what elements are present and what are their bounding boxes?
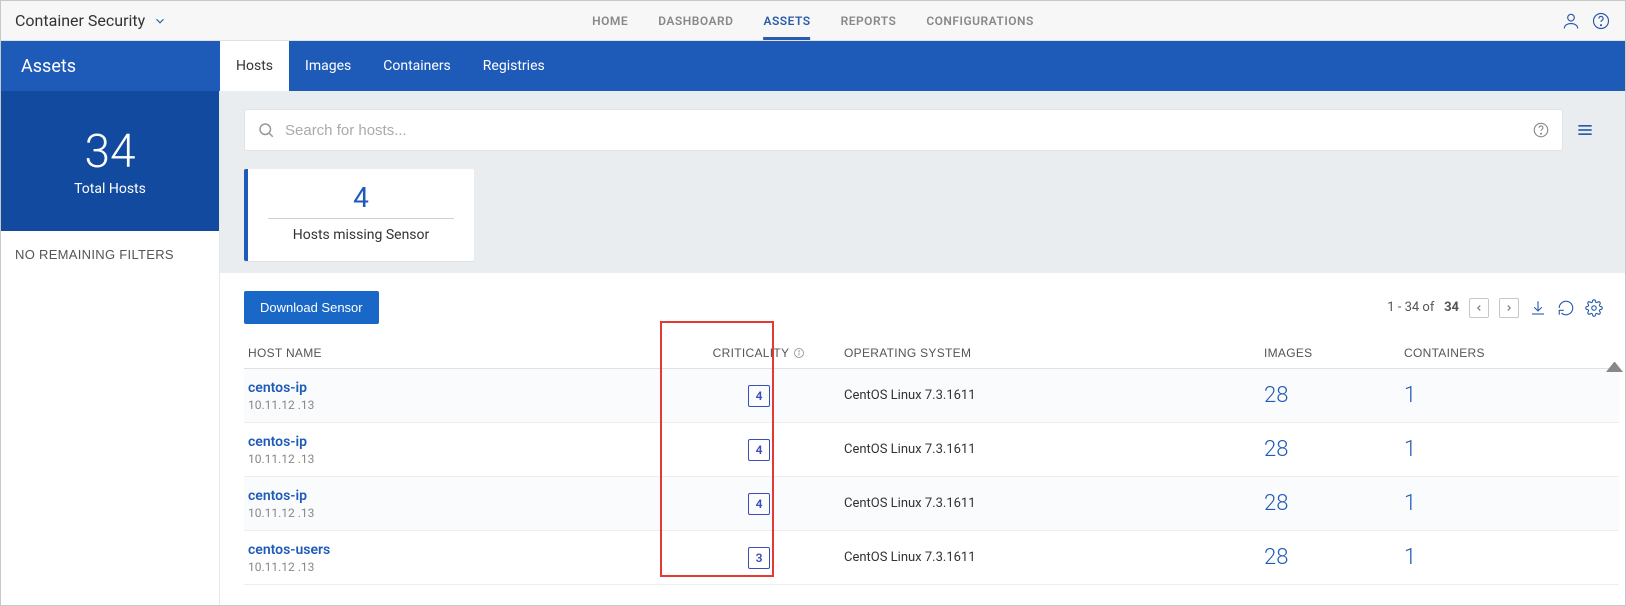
info-icon	[793, 347, 805, 359]
download-sensor-button[interactable]: Download Sensor	[244, 291, 379, 324]
missing-sensor-label: Hosts missing Sensor	[268, 227, 454, 243]
main: 4 Hosts missing Sensor Download Sensor 1…	[220, 91, 1625, 605]
tab-hosts[interactable]: Hosts	[220, 41, 289, 91]
app-switcher[interactable]: Container Security	[15, 11, 167, 30]
tab-images[interactable]: Images	[289, 41, 367, 91]
nav-dashboard[interactable]: DASHBOARD	[658, 1, 733, 40]
blue-header: Assets Hosts Images Containers Registrie…	[1, 41, 1625, 91]
user-icon[interactable]	[1561, 11, 1581, 31]
next-page-button[interactable]	[1499, 298, 1519, 318]
table-row[interactable]: centos-ip 10.11.12 .13 4 CentOS Linux 7.…	[244, 477, 1619, 531]
host-ip: 10.11.12 .13	[248, 398, 704, 412]
app-name: Container Security	[15, 11, 145, 30]
nav-reports[interactable]: REPORTS	[841, 1, 897, 40]
chevron-right-icon	[1504, 303, 1514, 313]
containers-count[interactable]: 1	[1404, 383, 1564, 408]
nav-configurations[interactable]: CONFIGURATIONS	[926, 1, 1034, 40]
col-header-os[interactable]: OPERATING SYSTEM	[814, 346, 1264, 360]
download-icon[interactable]	[1529, 299, 1547, 317]
criticality-badge: 4	[748, 493, 770, 515]
host-link[interactable]: centos-users	[248, 542, 704, 558]
tabs: Hosts Images Containers Registries	[220, 41, 561, 91]
hamburger-icon[interactable]	[1575, 120, 1595, 140]
table-area: Download Sensor 1 - 34 of 34	[220, 273, 1625, 605]
nav-assets[interactable]: ASSETS	[763, 1, 810, 40]
images-count[interactable]: 28	[1264, 383, 1404, 408]
table-row[interactable]: centos-ip 10.11.12 .13 4 CentOS Linux 7.…	[244, 369, 1619, 423]
gear-icon[interactable]	[1585, 299, 1603, 317]
search-icon	[257, 121, 275, 139]
os-cell: CentOS Linux 7.3.1611	[814, 550, 1264, 565]
search-help-icon[interactable]	[1532, 121, 1550, 139]
main-upper: 4 Hosts missing Sensor	[220, 91, 1625, 273]
total-hosts-count: 34	[1, 129, 219, 175]
images-count[interactable]: 28	[1264, 545, 1404, 570]
no-remaining-filters: NO REMAINING FILTERS	[1, 231, 219, 278]
col-header-containers[interactable]: CONTAINERS	[1404, 346, 1564, 360]
total-hosts-label: Total Hosts	[1, 181, 219, 197]
tab-containers[interactable]: Containers	[367, 41, 467, 91]
host-ip: 10.11.12 .13	[248, 506, 704, 520]
search-box[interactable]	[244, 109, 1563, 151]
nav-home[interactable]: HOME	[592, 1, 628, 40]
os-cell: CentOS Linux 7.3.1611	[814, 496, 1264, 511]
col-header-hostname[interactable]: HOST NAME	[244, 346, 704, 360]
os-cell: CentOS Linux 7.3.1611	[814, 442, 1264, 457]
table-body: centos-ip 10.11.12 .13 4 CentOS Linux 7.…	[244, 369, 1619, 585]
chevron-down-icon	[153, 14, 167, 28]
host-link[interactable]: centos-ip	[248, 434, 704, 450]
col-header-criticality[interactable]: CRITICALITY	[704, 346, 814, 360]
page-title: Assets	[1, 41, 220, 91]
sidebar-summary: 34 Total Hosts	[1, 91, 219, 231]
containers-count[interactable]: 1	[1404, 491, 1564, 516]
missing-sensor-card[interactable]: 4 Hosts missing Sensor	[244, 169, 474, 261]
col-header-images[interactable]: IMAGES	[1264, 346, 1404, 360]
scroll-up-arrow[interactable]	[1606, 355, 1623, 372]
search-input[interactable]	[285, 122, 1522, 139]
chevron-left-icon	[1474, 303, 1484, 313]
search-row	[244, 109, 1595, 151]
images-count[interactable]: 28	[1264, 437, 1404, 462]
containers-count[interactable]: 1	[1404, 437, 1564, 462]
table-tools: Download Sensor 1 - 34 of 34	[244, 291, 1619, 324]
top-nav: HOME DASHBOARD ASSETS REPORTS CONFIGURAT…	[592, 1, 1034, 40]
help-icon[interactable]	[1591, 11, 1611, 31]
refresh-icon[interactable]	[1557, 299, 1575, 317]
table-row[interactable]: centos-ip 10.11.12 .13 4 CentOS Linux 7.…	[244, 423, 1619, 477]
sidebar: 34 Total Hosts NO REMAINING FILTERS	[1, 91, 220, 605]
paging-range: 1 - 34 of 34	[1387, 300, 1459, 315]
host-ip: 10.11.12 .13	[248, 452, 704, 466]
missing-sensor-count: 4	[268, 181, 454, 219]
criticality-badge: 4	[748, 385, 770, 407]
table-row[interactable]: centos-users 10.11.12 .13 3 CentOS Linux…	[244, 531, 1619, 585]
criticality-badge: 3	[748, 547, 770, 569]
top-icons	[1561, 11, 1611, 31]
containers-count[interactable]: 1	[1404, 545, 1564, 570]
os-cell: CentOS Linux 7.3.1611	[814, 388, 1264, 403]
criticality-badge: 4	[748, 439, 770, 461]
table-header: HOST NAME CRITICALITY OPERATING SYSTEM I…	[244, 338, 1619, 369]
host-link[interactable]: centos-ip	[248, 488, 704, 504]
tab-registries[interactable]: Registries	[467, 41, 561, 91]
host-link[interactable]: centos-ip	[248, 380, 704, 396]
content: 34 Total Hosts NO REMAINING FILTERS 4 Ho…	[1, 91, 1625, 605]
top-bar: Container Security HOME DASHBOARD ASSETS…	[1, 1, 1625, 41]
paging: 1 - 34 of 34	[1387, 298, 1619, 318]
images-count[interactable]: 28	[1264, 491, 1404, 516]
prev-page-button[interactable]	[1469, 298, 1489, 318]
host-ip: 10.11.12 .13	[248, 560, 704, 574]
